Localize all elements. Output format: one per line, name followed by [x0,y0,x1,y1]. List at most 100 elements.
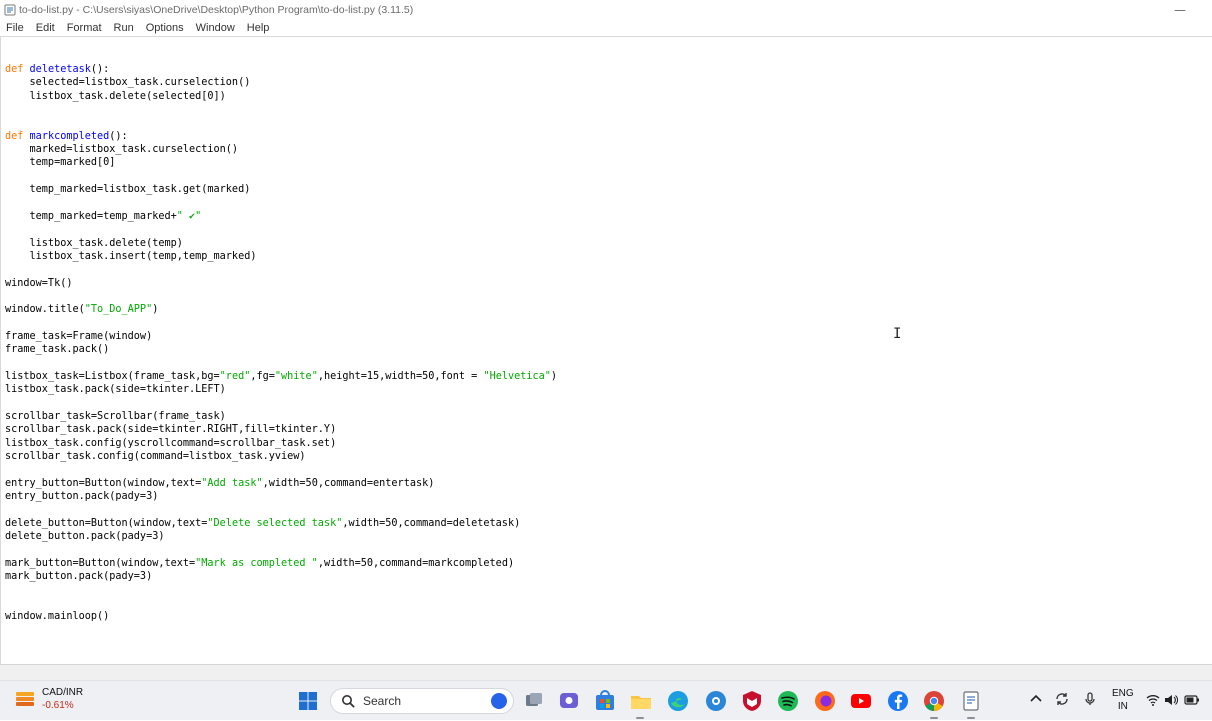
code-token: ,fg= [250,371,275,383]
code-line: selected=listbox_task.curselection() [5,76,251,89]
code-line: def markcompleted(): [5,130,128,143]
code-token: "Add task" [201,477,263,489]
code-token: frame_task.pack() [5,344,110,356]
code-token: temp_marked=temp_marked+ [5,210,177,222]
code-token: temp_marked=listbox_task.get(marked) [5,184,251,196]
code-token: (): [90,64,110,75]
code-token: listbox_task.insert(temp,temp_marked) [5,250,257,262]
language-indicator[interactable]: ENG IN [1112,687,1134,713]
menu-options[interactable]: Options [140,20,190,36]
code-token: selected=listbox_task.curselection() [5,77,251,89]
code-token: window=Tk() [5,277,73,289]
code-line: window=Tk() [5,277,72,290]
code-token: mark_button.pack(pady=3) [5,571,153,583]
code-line: marked=listbox_task.curselection() [5,143,239,156]
code-token: (): [109,130,128,142]
bing-icon[interactable] [491,693,507,709]
code-token: listbox_task.delete(temp) [5,237,183,249]
code-line: entry_button=Button(window,text="Add tas… [5,477,434,490]
code-line: mark_button.pack(pady=3) [5,570,152,583]
file-explorer-icon[interactable] [629,689,653,713]
code-token: mark_button=Button(window,text= [5,557,196,569]
code-token: ,width=50,command=deletetask) [342,517,521,529]
chevron-up-icon[interactable] [1028,691,1044,707]
menu-window[interactable]: Window [190,20,241,36]
code-token: "red" [219,371,251,383]
chrome-icon[interactable] [922,689,946,713]
code-token: ,height=15,width=50,font = [317,371,484,383]
code-token: temp=marked[0] [5,157,116,169]
settings-gear-icon[interactable] [704,689,728,713]
code-token: listbox_task.pack(side=tkinter.LEFT) [5,384,226,396]
title-bar: to-do-list.py - C:\Users\siyas\OneDrive\… [0,0,1212,20]
teams-chat-icon[interactable] [557,689,581,713]
code-token: scrollbar_task=Scrollbar(frame_task) [5,411,226,423]
taskbar: CAD/INR -0.61% Search ENG IN [0,680,1212,720]
code-token: delete_button=Button(window,text= [5,517,208,529]
code-token: scrollbar_task.config(command=listbox_ta… [5,451,306,463]
active-app-indicator [636,717,644,719]
code-token: entry_button=Button(window,text= [5,477,202,489]
code-token: ,width=50,command=entertask) [262,477,435,489]
code-token: window.mainloop() [5,611,110,623]
code-line: delete_button=Button(window,text="Delete… [5,517,520,530]
microphone-icon[interactable] [1082,691,1098,707]
spotify-icon[interactable] [776,689,800,713]
code-line: frame_task=Frame(window) [5,330,152,343]
code-token: markcompleted [29,130,110,142]
menu-bar: File Edit Format Run Options Window Help [0,20,1212,36]
taskbar-search[interactable]: Search [330,688,514,714]
code-token: listbox_task.delete(selected[0]) [5,90,226,102]
code-token: deletetask [29,64,91,75]
code-editor[interactable]: def deletetask(): selected=listbox_task.… [0,36,1212,664]
code-token: frame_task=Frame(window) [5,331,153,342]
code-token: "Mark as completed " [195,557,318,569]
code-line: temp=marked[0] [5,156,116,169]
code-line: listbox_task=Listbox(frame_task,bg="red"… [5,370,557,383]
python-idle-icon [4,4,16,16]
mcafee-shield-icon[interactable] [740,689,764,713]
firefox-icon[interactable] [813,689,837,713]
code-token: window.title( [5,304,85,316]
active-app-indicator [967,717,975,719]
code-line: scrollbar_task.pack(side=tkinter.RIGHT,f… [5,423,336,436]
code-token: delete_button.pack(pady=3) [5,531,165,543]
window-title: to-do-list.py - C:\Users\siyas\OneDrive\… [19,4,414,16]
code-line: listbox_task.pack(side=tkinter.LEFT) [5,383,226,396]
weather-ticker-widget[interactable]: CAD/INR -0.61% [14,686,83,712]
notepad-icon[interactable] [959,689,983,713]
code-line: window.mainloop() [5,610,109,623]
menu-edit[interactable]: Edit [30,20,61,36]
stock-chart-icon [16,692,34,706]
menu-file[interactable]: File [0,20,30,36]
search-icon [342,695,355,708]
sync-icon[interactable] [1054,691,1070,707]
edge-browser-icon[interactable] [666,689,690,713]
code-token: entry_button.pack(pady=3) [5,491,159,503]
menu-help[interactable]: Help [241,20,276,36]
code-token: ,width=50,command=markcompleted) [317,557,515,569]
battery-icon[interactable] [1184,693,1200,707]
code-line: temp_marked=listbox_task.get(marked) [5,183,251,196]
menu-format[interactable]: Format [61,20,108,36]
wifi-icon[interactable] [1146,693,1160,707]
code-token: marked=listbox_task.curselection() [5,144,239,156]
code-token: "To_Do_APP" [84,304,153,316]
facebook-icon[interactable] [886,689,910,713]
code-token: "Delete selected task" [207,517,343,529]
code-token: " [195,210,202,222]
code-line: scrollbar_task.config(command=listbox_ta… [5,450,306,463]
system-tray: ENG IN [1028,681,1212,721]
ticker-change: -0.61% [42,700,74,711]
code-token: def [5,64,30,75]
menu-run[interactable]: Run [108,20,140,36]
volume-icon[interactable] [1164,693,1178,707]
microsoft-store-icon[interactable] [593,689,617,713]
code-token: listbox_task=Listbox(frame_task,bg= [5,371,220,383]
youtube-icon[interactable] [849,689,873,713]
task-view-icon[interactable] [522,689,546,713]
code-line: listbox_task.delete(temp) [5,237,183,250]
windows-start-icon[interactable] [296,689,320,713]
minimize-button[interactable]: — [1174,4,1186,16]
code-token: def [5,130,30,142]
